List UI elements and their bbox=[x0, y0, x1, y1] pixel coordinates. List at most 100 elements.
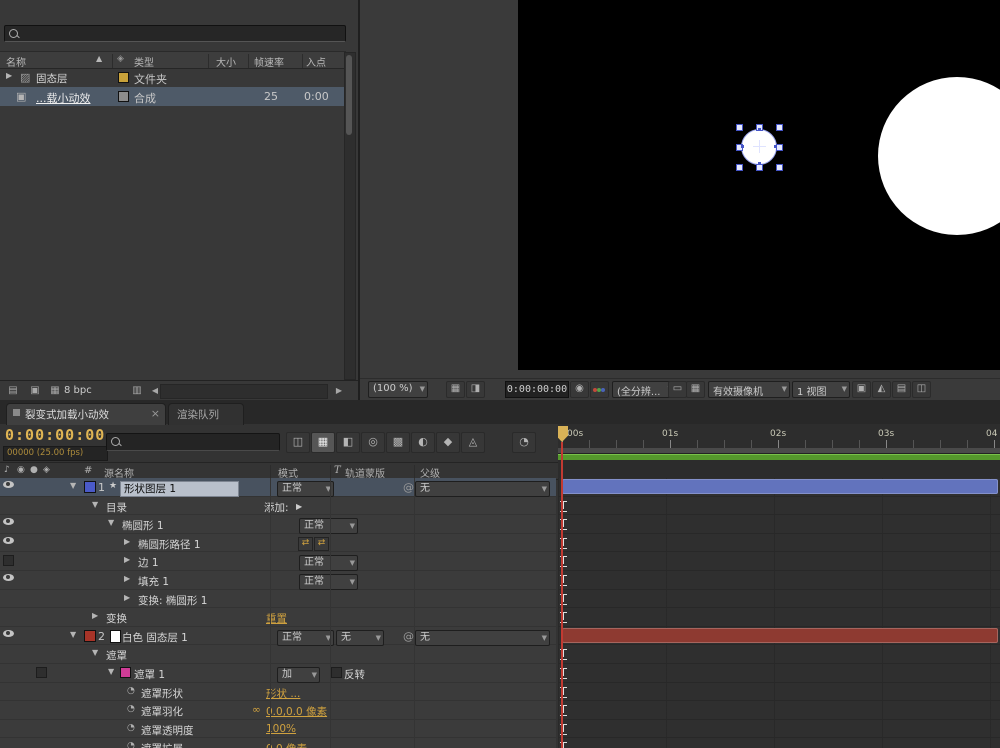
add-label[interactable]: 添加: bbox=[264, 500, 289, 515]
selection-handle[interactable] bbox=[756, 164, 763, 171]
property-row[interactable]: ▶变换: 椭圆形 1 bbox=[0, 590, 556, 609]
layer-duration-bar[interactable] bbox=[562, 479, 998, 494]
current-timecode[interactable]: 0:00:00:00 bbox=[5, 426, 105, 444]
visibility-eye-icon[interactable] bbox=[3, 518, 14, 525]
flowchart-icon[interactable]: ◫ bbox=[912, 381, 931, 398]
bpc-label[interactable]: 8 bpc bbox=[64, 385, 92, 396]
layer-name-editbox[interactable]: 形状图层 1 bbox=[120, 481, 239, 497]
property-row[interactable]: ◔遮罩羽化∞0.0,0.0 像素 bbox=[0, 701, 556, 720]
layer-duration-bar[interactable] bbox=[562, 628, 998, 643]
property-track[interactable] bbox=[558, 738, 1000, 748]
mask-color-swatch[interactable] bbox=[120, 667, 131, 678]
property-value[interactable]: 0.0,0.0 像素 bbox=[266, 704, 327, 719]
selection-handle[interactable] bbox=[776, 144, 783, 151]
property-track[interactable] bbox=[558, 608, 1000, 627]
parent-pickwhip-icon[interactable]: @ bbox=[403, 630, 414, 643]
property-row[interactable]: ▼遮罩 1加▼反转 bbox=[0, 664, 556, 683]
camera-dropdown[interactable]: 有效摄像机 ▼ bbox=[708, 381, 790, 398]
path-vertex[interactable] bbox=[758, 128, 761, 131]
trash-icon[interactable]: ▥ bbox=[128, 383, 146, 398]
link-icon[interactable]: ∞ bbox=[252, 704, 261, 716]
selection-handle[interactable] bbox=[776, 164, 783, 171]
path-vertex[interactable] bbox=[774, 145, 777, 148]
grid-guides-icon[interactable]: ▦ bbox=[446, 381, 465, 398]
project-scrollbar[interactable] bbox=[344, 52, 356, 380]
fast-previews-icon[interactable]: ◭ bbox=[872, 381, 891, 398]
property-track[interactable] bbox=[558, 534, 1000, 553]
mode-dropdown[interactable]: 正常▼ bbox=[299, 555, 358, 571]
property-value[interactable]: 形状 ... bbox=[266, 686, 300, 701]
property-row[interactable]: ▶变换重置 bbox=[0, 608, 556, 627]
mask-mode-dropdown[interactable]: 加▼ bbox=[277, 667, 320, 683]
tab-render-queue[interactable]: 渲染队列 bbox=[168, 403, 244, 425]
work-area-bar[interactable] bbox=[558, 454, 1000, 460]
property-row[interactable]: ◔遮罩扩展0.0 像素 bbox=[0, 738, 556, 748]
twirl-icon[interactable]: ▼ bbox=[108, 667, 114, 676]
motion-blur-icon[interactable]: ◐ bbox=[411, 432, 435, 453]
path-vertex[interactable] bbox=[741, 145, 744, 148]
anchor-point-icon[interactable] bbox=[759, 140, 760, 153]
project-search-input[interactable] bbox=[4, 25, 346, 42]
mode-dropdown[interactable]: 正常▼ bbox=[299, 574, 358, 590]
label-swatch[interactable] bbox=[118, 91, 129, 102]
path-vertex[interactable] bbox=[758, 162, 761, 165]
layer-color-swatch[interactable] bbox=[84, 481, 96, 493]
project-hscrollbar[interactable] bbox=[160, 384, 328, 399]
property-row[interactable]: ▶椭圆形路径 1⇄⇄ bbox=[0, 534, 556, 553]
property-track[interactable] bbox=[558, 552, 1000, 571]
frame-blend-icon[interactable]: ▩ bbox=[386, 432, 410, 453]
selection-handle[interactable] bbox=[776, 124, 783, 131]
parent-dropdown[interactable]: 无▼ bbox=[415, 630, 550, 646]
composition-canvas[interactable] bbox=[518, 0, 1000, 370]
twirl-icon[interactable]: ▼ bbox=[92, 500, 98, 509]
stopwatch-icon[interactable]: ◔ bbox=[127, 704, 135, 714]
twirl-icon[interactable]: ▶ bbox=[124, 593, 130, 602]
layer-row[interactable]: ▼1★形状图层 1正常▼@无▼ bbox=[0, 478, 556, 497]
zoom-dropdown[interactable]: (100 %) ▼ bbox=[368, 381, 428, 398]
time-ruler[interactable]: :00s 01s 02s 03s 04 bbox=[558, 424, 1000, 449]
sort-asc-icon[interactable]: ▲ bbox=[96, 54, 102, 63]
property-row[interactable]: ▶边 1正常▼ bbox=[0, 552, 556, 571]
visibility-eye-icon[interactable] bbox=[3, 574, 14, 581]
layer-color-swatch[interactable] bbox=[84, 630, 96, 642]
path-direction-icon[interactable]: ⇄ bbox=[314, 537, 329, 551]
mode-dropdown[interactable]: 正常▼ bbox=[277, 630, 334, 646]
twirl-icon[interactable]: ▶ bbox=[124, 555, 130, 564]
pixel-aspect-icon[interactable]: ▣ bbox=[852, 381, 871, 398]
visibility-checkbox[interactable] bbox=[3, 555, 14, 566]
property-row[interactable]: ◔遮罩形状形状 ... bbox=[0, 683, 556, 702]
view-layout-dropdown[interactable]: 1 视图 ▼ bbox=[792, 381, 850, 398]
path-direction-icon[interactable]: ⇄ bbox=[298, 537, 313, 551]
layer-duration-track[interactable] bbox=[558, 478, 1000, 497]
property-track[interactable] bbox=[558, 664, 1000, 683]
twirl-icon[interactable]: ▶ bbox=[92, 611, 98, 620]
visibility-eye-icon[interactable] bbox=[3, 630, 14, 637]
timeline-search-input[interactable] bbox=[106, 433, 280, 451]
parent-dropdown[interactable]: 无▼ bbox=[415, 481, 550, 497]
property-track[interactable] bbox=[558, 497, 1000, 516]
scroll-right-icon[interactable]: ▶ bbox=[330, 383, 348, 398]
big-white-circle[interactable] bbox=[878, 77, 1000, 235]
label-swatch[interactable] bbox=[118, 72, 129, 83]
twirl-icon[interactable]: ▼ bbox=[70, 481, 76, 490]
mask-visibility-icon[interactable]: ◨ bbox=[466, 381, 485, 398]
property-track[interactable] bbox=[558, 515, 1000, 534]
mode-dropdown[interactable]: 正常▼ bbox=[299, 518, 358, 534]
visibility-eye-icon[interactable] bbox=[3, 537, 14, 544]
parent-pickwhip-icon[interactable]: @ bbox=[403, 481, 414, 494]
selection-handle[interactable] bbox=[736, 124, 743, 131]
project-item-composition[interactable]: ▣ ...载小动效 合成 25 0:00 bbox=[0, 87, 346, 106]
property-row[interactable]: ▼目录添加:▶ bbox=[0, 497, 556, 516]
stopwatch-icon[interactable]: ◔ bbox=[127, 686, 135, 696]
lock-checkbox[interactable] bbox=[36, 667, 47, 678]
property-row[interactable]: ▶填充 1正常▼ bbox=[0, 571, 556, 590]
property-row[interactable]: ▼椭圆形 1正常▼ bbox=[0, 515, 556, 534]
tab-composition[interactable]: 裂变式加载小动效 × bbox=[6, 403, 166, 425]
new-folder-icon[interactable]: ▣ bbox=[26, 383, 44, 398]
twirl-icon[interactable]: ▶ bbox=[6, 71, 12, 80]
property-row[interactable]: ▼遮罩 bbox=[0, 645, 556, 664]
stopwatch-icon[interactable]: ◔ bbox=[127, 741, 135, 748]
viewer-timecode[interactable]: 0:00:00:00 bbox=[505, 381, 569, 398]
project-item-folder[interactable]: ▶ ▨ 固态层 文件夹 bbox=[0, 68, 346, 87]
live-update-icon[interactable]: ▦ bbox=[311, 432, 335, 453]
